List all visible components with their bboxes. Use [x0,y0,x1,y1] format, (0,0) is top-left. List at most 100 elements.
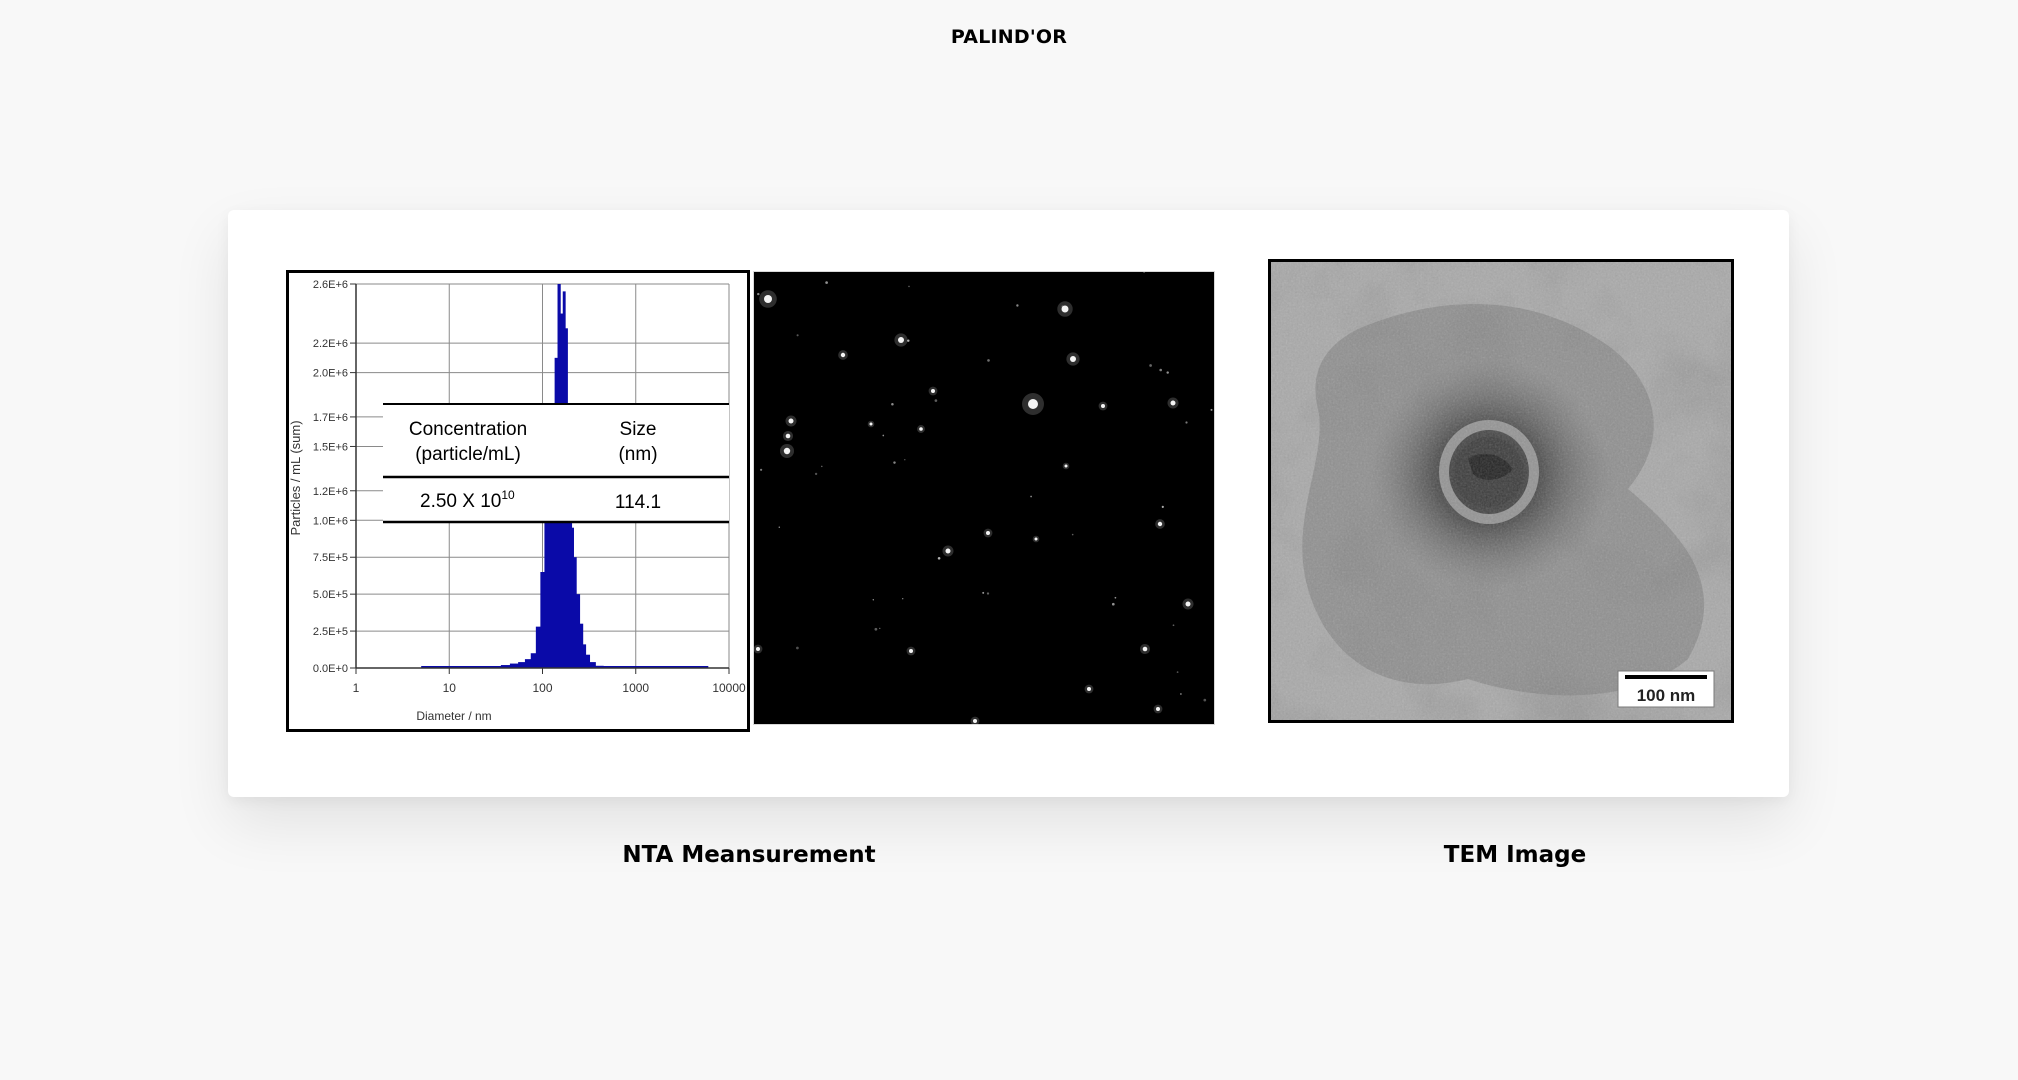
distribution-bar [530,653,537,668]
faint-particle-dot [879,627,881,630]
faint-particle-dot [934,399,938,402]
x-tick-label: 10000 [712,681,746,695]
faint-particle-dot [937,556,941,560]
particle-glow [1153,704,1163,714]
particle-glow [1155,519,1165,529]
particle-glow [1066,352,1080,366]
size-header: Size [620,419,657,440]
faint-particle-dot [1161,505,1164,508]
x-tick-label: 1 [353,681,360,695]
faint-particle-dot [825,281,828,284]
concentration-value: 2.50 X 1010 [420,488,515,512]
distribution-bar [585,654,591,668]
faint-particle-dot [902,598,904,600]
concentration-header: Concentration [409,419,527,440]
y-tick-label: 7.5E+5 [313,552,348,564]
nta-caption: NTA Meansurement [622,842,876,868]
y-tick-label: 1.0E+6 [313,515,348,527]
faint-particle-dot [778,526,781,528]
particle-glow [906,646,916,656]
faint-particle-dot [759,468,763,471]
faint-particle-dot [1030,495,1032,498]
nta-particle-frame-image [753,271,1215,725]
faint-particle-dot [987,359,990,362]
brand-logo[interactable]: PALIND'OR [0,26,2018,48]
y-tick-label: 5.0E+5 [313,589,348,601]
particle-glow [1084,684,1094,694]
faint-particle-dot [872,599,874,601]
faint-particle-dot [1149,364,1152,367]
faint-particle-dot [1071,533,1074,536]
particle-glow [753,644,763,654]
distribution-bar [518,662,526,668]
size-value: 114.1 [615,492,661,513]
x-axis-label: Diameter / nm [416,709,491,723]
faint-particle-dot [1176,671,1179,673]
particle-glow [779,443,795,459]
distribution-bar [576,594,581,668]
particle-glow [838,350,848,360]
faint-particle-dot [891,403,894,406]
faint-particle-dot [874,627,878,631]
scale-bar: 100 nm [1617,670,1715,708]
faint-particle-dot [907,339,910,342]
particle-glow [1057,301,1073,317]
distribution-bar [544,512,549,668]
size-unit: (nm) [618,444,657,465]
faint-particle-dot [1185,421,1188,424]
particle-glow [928,386,938,396]
particle-glow [983,528,993,538]
concentration-exponent: 10 [501,488,515,502]
particle-glow [894,333,908,347]
distribution-bar [582,644,587,668]
faint-particle-dot [904,459,906,461]
faint-particle-dot [821,465,823,468]
y-tick-label: 2.6E+6 [313,279,348,291]
faint-particle-dot [1203,698,1207,702]
particle-glow [1098,401,1108,411]
faint-particle-dot [1172,624,1175,627]
faint-particle-dot [1016,304,1019,307]
particle-glow [759,290,777,308]
faint-particle-dot [1061,305,1064,308]
particle-glow [942,545,954,557]
faint-particle-dot [757,292,760,296]
faint-particle-dot [1180,693,1182,695]
y-tick-label: 1.2E+6 [313,486,348,498]
nta-size-distribution-chart: 0.0E+0 2.5E+5 5.0E+5 7.5E+5 1.0E+6 1.2E+6 1.5E… [286,270,750,732]
faint-particle-dot [796,334,799,337]
distribution-bar [589,662,596,668]
faint-particle-dot [1166,371,1169,374]
particle-glow [785,415,797,427]
particle-glow [867,420,875,428]
distribution-bar [535,626,541,668]
faint-particle-dot [1143,271,1145,273]
faint-particle-dot [986,592,990,595]
faint-particle-dot [1159,368,1163,372]
x-tick-label: 100 [532,681,552,695]
faint-particle-dot [882,434,885,437]
faint-particle-dot [1210,408,1213,411]
scale-bar-label: 100 nm [1637,686,1696,705]
y-tick-label: 1.5E+6 [313,441,348,453]
particle-glow [782,430,794,442]
tem-caption: TEM Image [1443,842,1587,868]
tem-micrograph-image: 100 nm [1268,259,1734,723]
y-tick-label: 2.0E+6 [313,368,348,380]
concentration-unit: (particle/mL) [415,444,521,465]
x-tick-label: 10 [443,681,457,695]
faint-particle-dot [982,591,985,594]
y-tick-label: 0.0E+0 [313,663,348,675]
y-axis-label: Particles / mL (sum) [288,420,303,535]
particle-glow [1139,643,1151,655]
particle-glow [1167,397,1179,409]
distribution-bar [579,623,584,668]
nta-results-table: Concentration (particle/mL) Size (nm) 2.… [383,403,729,524]
distribution-bar [524,659,532,668]
particle-glow [1062,462,1070,470]
y-tick-label: 2.2E+6 [313,338,348,350]
y-tick-label: 2.5E+5 [313,626,348,638]
faint-particle-dot [893,461,896,464]
faint-particle-dot [796,646,799,650]
x-tick-label: 1000 [622,681,649,695]
